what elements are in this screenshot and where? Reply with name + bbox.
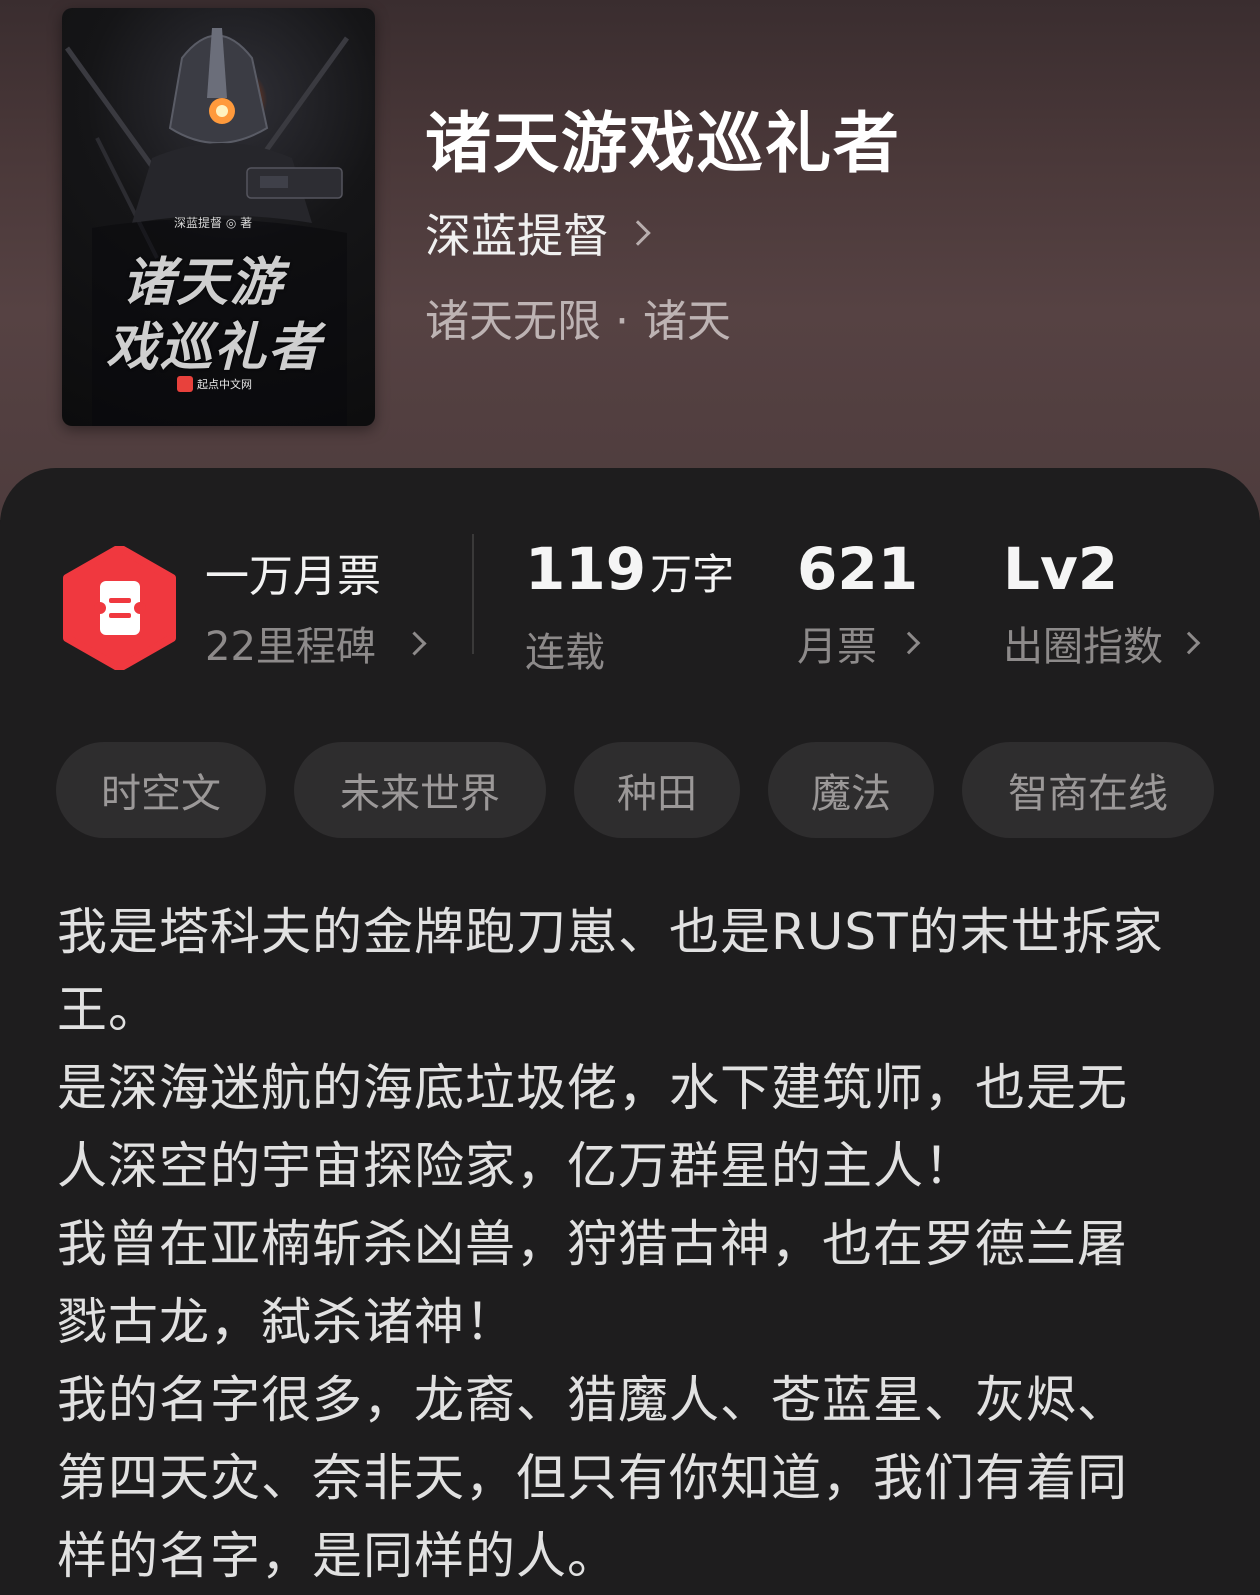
monthly-ticket-stat[interactable]: 621 月票 [797, 534, 921, 672]
milestone-subtitle-row: 22里程碑 [205, 614, 427, 672]
tag-chip[interactable]: 时空文 [56, 742, 266, 838]
chevron-right-icon [402, 630, 427, 656]
book-genre: 诸天无限 · 诸天 [425, 296, 731, 347]
milestone-stat[interactable]: 一万月票 22里程碑 [205, 540, 427, 672]
description-line: 人深空的宇宙探险家，亿万群星的主人！ [57, 1137, 975, 1195]
tag-list: 时空文 未来世界 种田 魔法 智商在线 [56, 742, 1214, 838]
book-description[interactable]: 我是塔科夫的金牌跑刀崽、也是RUST的末世拆家 王。 是深海迷航的海底垃圾佬，水… [57, 893, 1207, 1595]
influence-index-label-row: 出圈指数 [1003, 614, 1201, 672]
word-count-stat: 119万字 连载 [525, 534, 734, 678]
influence-index-stat[interactable]: Lv2 出圈指数 [1003, 534, 1201, 672]
influence-index-label: 出圈指数 [1003, 624, 1163, 670]
milestone-badge-icon[interactable] [62, 546, 177, 670]
author-name: 深蓝提督 [425, 209, 609, 263]
influence-index-value: Lv2 [1003, 535, 1119, 603]
word-count-value: 119万字 [525, 534, 734, 610]
monthly-ticket-value: 621 [797, 535, 919, 603]
tag-chip[interactable]: 智商在线 [962, 742, 1214, 838]
description-line: 我是塔科夫的金牌跑刀崽、也是RUST的末世拆家 [57, 903, 1164, 961]
stats-divider [472, 534, 474, 654]
tag-chip[interactable]: 未来世界 [294, 742, 546, 838]
description-line: 第四天灾、奈非天，但只有你知道，我们有着同 [57, 1449, 1128, 1507]
description-line: 王。 [57, 981, 159, 1039]
description-line: 是深海迷航的海底垃圾佬，水下建筑师，也是无 [57, 1059, 1128, 1117]
word-count-label: 连载 [525, 630, 605, 676]
author-link[interactable]: 深蓝提督 [425, 200, 651, 266]
chevron-right-icon [897, 631, 921, 655]
milestone-title: 一万月票 [205, 551, 381, 602]
book-cover[interactable]: 深蓝提督 ◎ 著 诸天游 戏巡礼者 起点中文网 [62, 8, 375, 426]
description-line: 我曾在亚楠斩杀凶兽，狩猎古神，也在罗德兰屠 [57, 1215, 1128, 1273]
chevron-right-icon [625, 220, 651, 246]
description-line: 戮古龙，弑杀诸神！ [57, 1293, 516, 1351]
cover-publisher-text: 起点中文网 [197, 378, 252, 391]
milestone-subtitle: 22里程碑 [205, 624, 376, 670]
cover-title-line2: 戏巡礼者 [106, 317, 323, 378]
monthly-ticket-label: 月票 [797, 624, 877, 670]
description-line: 样的名字，是同样的人。 [57, 1527, 618, 1585]
cover-publisher: 起点中文网 [177, 376, 252, 392]
word-count-unit: 万字 [650, 550, 735, 599]
chevron-right-icon [1177, 631, 1201, 655]
word-count-number: 119 [525, 535, 647, 603]
cover-author-text: 深蓝提督 ◎ 著 [174, 216, 253, 230]
publisher-logo-icon [177, 376, 193, 392]
cover-title-line1: 诸天游 [122, 252, 285, 313]
tag-chip[interactable]: 魔法 [768, 742, 934, 838]
monthly-ticket-label-row: 月票 [797, 614, 921, 672]
book-title: 诸天游戏巡礼者 [425, 104, 901, 182]
description-line: 我的名字很多，龙裔、猎魔人、苍蓝星、灰烬、 [57, 1371, 1128, 1429]
tag-chip[interactable]: 种田 [574, 742, 740, 838]
